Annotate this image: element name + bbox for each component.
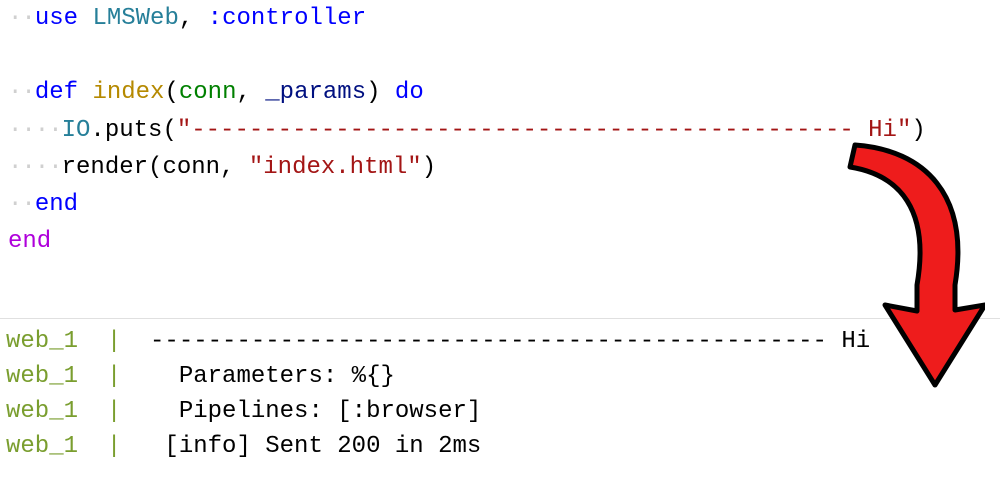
terminal-line-2: web_1 | Parameters: %{} — [6, 360, 1000, 395]
code-line-1: ··use LMSWeb, :controller — [8, 0, 1000, 37]
code-line-4: ····IO.puts("---------------------------… — [8, 112, 1000, 149]
process-name: web_1 — [6, 363, 78, 390]
indent-dots: ·· — [8, 191, 35, 218]
arg-conn: conn — [179, 79, 237, 106]
function-name: index — [92, 79, 164, 106]
pipe-separator: | — [78, 363, 136, 390]
output-text: [info] Sent 200 in 2ms — [136, 433, 482, 460]
module-io: IO — [62, 117, 91, 144]
process-name: web_1 — [6, 398, 78, 425]
dot: . — [90, 117, 104, 144]
keyword-use: use — [35, 5, 78, 32]
indent-dots: ·· — [8, 5, 35, 32]
output-text: Pipelines: [:browser] — [136, 398, 482, 425]
output-text: Parameters: %{} — [136, 363, 395, 390]
process-name: web_1 — [6, 328, 78, 355]
comma: , — [236, 79, 265, 106]
keyword-def: def — [35, 79, 78, 106]
arg-params: _params — [265, 79, 366, 106]
code-line-7: end — [8, 223, 1000, 260]
process-name: web_1 — [6, 433, 78, 460]
module-name: LMSWeb — [92, 5, 178, 32]
paren: ) — [422, 154, 436, 181]
string-literal: "---------------------------------------… — [177, 117, 912, 144]
string-literal: "index.html" — [249, 154, 422, 181]
comma: , — [220, 154, 249, 181]
code-line-blank — [8, 37, 1000, 74]
paren: ) — [911, 117, 925, 144]
output-text: ----------------------------------------… — [136, 328, 871, 355]
code-line-5: ····render(conn, "index.html") — [8, 149, 1000, 186]
indent-dots: ···· — [8, 117, 62, 144]
code-line-6: ··end — [8, 186, 1000, 223]
terminal-line-4: web_1 | [info] Sent 200 in 2ms — [6, 430, 1000, 465]
terminal-line-3: web_1 | Pipelines: [:browser] — [6, 395, 1000, 430]
arg-conn: conn — [162, 154, 220, 181]
fn-puts: puts — [105, 117, 163, 144]
terminal-line-1: web_1 | --------------------------------… — [6, 325, 1000, 360]
pipe-separator: | — [78, 433, 136, 460]
keyword-end: end — [35, 191, 78, 218]
fn-render: render — [62, 154, 148, 181]
paren: ( — [148, 154, 162, 181]
indent-dots: ···· — [8, 154, 62, 181]
pipe-separator: | — [78, 328, 136, 355]
keyword-do: do — [395, 79, 424, 106]
comma: , — [179, 5, 208, 32]
keyword-end: end — [8, 228, 51, 255]
atom: :controller — [208, 5, 366, 32]
paren: ( — [164, 79, 178, 106]
paren: ( — [162, 117, 176, 144]
pipe-separator: | — [78, 398, 136, 425]
paren: ) — [366, 79, 395, 106]
code-line-3: ··def index(conn, _params) do — [8, 74, 1000, 111]
terminal-output[interactable]: web_1 | --------------------------------… — [0, 318, 1000, 464]
indent-dots: ·· — [8, 79, 35, 106]
code-editor[interactable]: ··use LMSWeb, :controller ··def index(co… — [0, 0, 1000, 260]
